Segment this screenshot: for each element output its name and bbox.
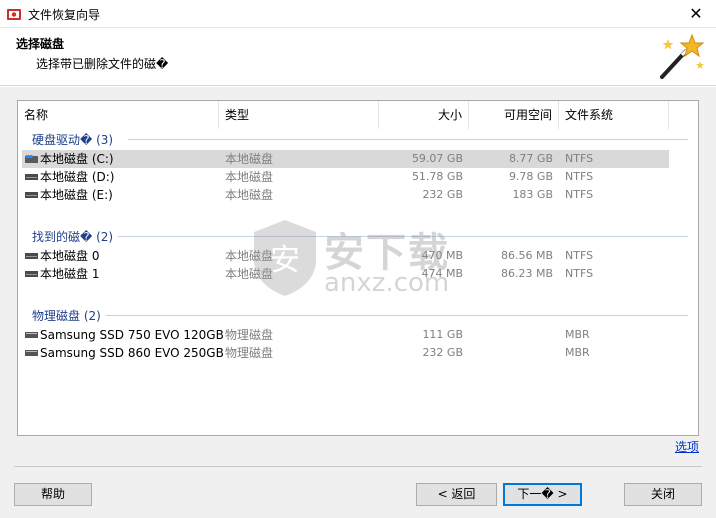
physical-disk-icon — [25, 350, 38, 356]
svg-text:安: 安 — [270, 243, 300, 278]
disk-type: 本地磁盘 — [225, 188, 274, 202]
disk-free: 86.23 MB — [500, 267, 553, 280]
disk-row-c[interactable]: 本地磁盘 (C:) 本地磁盘 59.07 GB 8.77 GB NTFS — [22, 150, 669, 168]
column-free-space[interactable]: 可用空间 — [469, 101, 559, 129]
watermark-url: anxz.com — [324, 268, 450, 298]
disk-name: 本地磁盘 1 — [40, 267, 100, 281]
title-bar: 文件恢复向导 ✕ — [0, 0, 716, 28]
group-hard-drives: 硬盘驱动� (3) — [32, 133, 114, 147]
disk-size: 232 GB — [422, 346, 463, 359]
disk-fs: NTFS — [565, 267, 594, 280]
footer-divider — [14, 466, 702, 467]
page-title: 选择磁盘 — [16, 37, 65, 51]
disk-fs: NTFS — [565, 152, 594, 165]
help-button[interactable]: 帮助 — [14, 483, 92, 506]
app-icon — [7, 9, 21, 20]
drive-icon — [25, 253, 38, 259]
disk-name: 本地磁盘 (E:) — [40, 188, 113, 202]
disk-name: 本地磁盘 0 — [40, 249, 100, 263]
group-divider — [106, 315, 688, 316]
drive-icon — [25, 192, 38, 198]
disk-row-d[interactable]: 本地磁盘 (D:) 本地磁盘 51.78 GB 9.78 GB NTFS — [22, 168, 669, 186]
disk-size: 51.78 GB — [411, 170, 463, 183]
disk-free: 8.77 GB — [508, 152, 553, 165]
disk-free: 183 GB — [512, 188, 553, 201]
disk-row-ssd-750[interactable]: Samsung SSD 750 EVO 120GB 物理磁盘 111 GB MB… — [22, 326, 669, 344]
disk-fs: NTFS — [565, 170, 594, 183]
disk-name: Samsung SSD 860 EVO 250GB — [40, 346, 224, 360]
disk-type: 物理磁盘 — [225, 328, 274, 342]
disk-row-ssd-860[interactable]: Samsung SSD 860 EVO 250GB 物理磁盘 232 GB MB… — [22, 344, 669, 362]
back-button[interactable]: < 返回 — [416, 483, 497, 506]
group-found-disks: 找到的磁� (2) — [32, 230, 114, 244]
magic-wand-icon — [660, 33, 705, 79]
disk-size: 111 GB — [422, 328, 463, 341]
disk-type: 物理磁盘 — [225, 346, 274, 360]
disk-free: 9.78 GB — [508, 170, 553, 183]
disk-name: 本地磁盘 (C:) — [40, 152, 114, 166]
disk-row-e[interactable]: 本地磁盘 (E:) 本地磁盘 232 GB 183 GB NTFS — [22, 186, 669, 204]
drive-icon — [25, 174, 38, 180]
close-button[interactable]: 关闭 — [624, 483, 702, 506]
page-subtitle: 选择带已删除文件的磁� — [36, 57, 169, 71]
column-file-system[interactable]: 文件系统 — [559, 101, 669, 129]
list-header: 名称 类型 大小 可用空间 文件系统 — [18, 101, 698, 129]
next-button[interactable]: 下一� > — [503, 483, 582, 506]
disk-fs: MBR — [565, 328, 590, 341]
column-type[interactable]: 类型 — [219, 101, 379, 129]
disk-free — [469, 344, 553, 362]
options-link[interactable]: 选项 — [675, 438, 699, 455]
window-title: 文件恢复向导 — [28, 8, 101, 22]
group-divider — [128, 139, 688, 140]
disk-type: 本地磁盘 — [225, 152, 274, 166]
disk-free — [469, 326, 553, 344]
drive-icon — [25, 271, 38, 277]
column-name[interactable]: 名称 — [18, 101, 219, 129]
disk-name: Samsung SSD 750 EVO 120GB — [40, 328, 224, 342]
disk-size: 59.07 GB — [411, 152, 463, 165]
disk-fs: NTFS — [565, 249, 594, 262]
disk-fs: MBR — [565, 346, 590, 359]
disk-fs: NTFS — [565, 188, 594, 201]
group-physical-disks: 物理磁盘 (2) — [32, 309, 101, 323]
column-size[interactable]: 大小 — [379, 101, 469, 129]
windows-drive-icon — [25, 155, 38, 163]
disk-free: 86.56 MB — [500, 249, 553, 262]
disk-name: 本地磁盘 (D:) — [40, 170, 115, 184]
wizard-header: 选择磁盘 选择带已删除文件的磁� — [0, 28, 716, 86]
shield-logo-icon: 安 — [254, 220, 316, 296]
disk-size: 232 GB — [422, 188, 463, 201]
disk-type: 本地磁盘 — [225, 170, 274, 184]
watermark: 安 安下载 anxz.com — [250, 218, 470, 302]
close-window-button[interactable]: ✕ — [676, 0, 716, 28]
physical-disk-icon — [25, 332, 38, 338]
